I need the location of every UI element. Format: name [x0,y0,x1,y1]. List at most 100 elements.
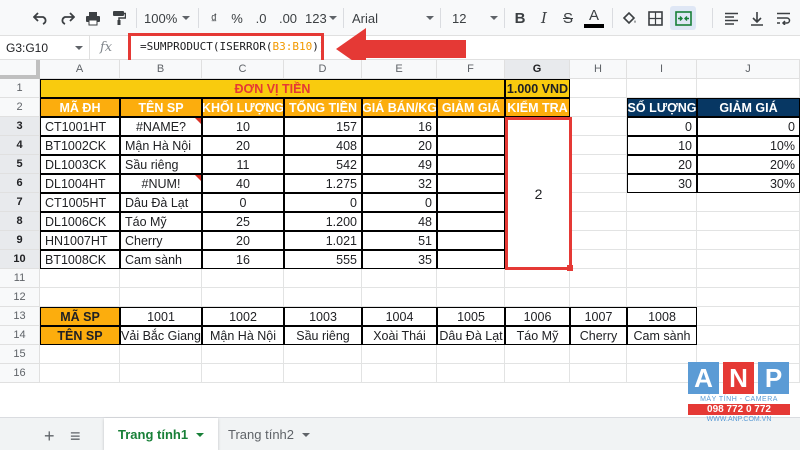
empty-cell[interactable] [570,364,627,383]
empty-cell[interactable] [627,250,697,269]
product-name-cell[interactable]: Xoài Thái [362,326,437,345]
empty-cell[interactable] [362,288,437,307]
more-formats-select[interactable]: 123 [303,6,339,30]
table-cell[interactable]: 20 [202,136,284,155]
product-code-cell[interactable]: 1008 [627,307,697,326]
table-cell[interactable]: BT1008CK [40,250,120,269]
tab-trang-tinh-1[interactable]: Trang tính1 [104,418,219,450]
table-cell[interactable]: #NUM! [120,174,202,193]
row-header-4[interactable]: 4 [0,136,40,155]
table-cell[interactable]: 49 [362,155,437,174]
currency-unit-label[interactable]: ĐƠN VỊ TIỀN [40,79,505,98]
table-cell[interactable]: DL1004HT [40,174,120,193]
product-code-cell[interactable]: 1005 [437,307,505,326]
empty-cell[interactable] [120,288,202,307]
table-cell[interactable]: 1.275 [284,174,362,193]
discount-cell[interactable]: 30 [627,174,697,193]
row-header-15[interactable]: 15 [0,345,40,364]
empty-cell[interactable] [202,345,284,364]
empty-cell[interactable] [697,307,800,326]
empty-cell[interactable] [570,269,627,288]
table-cell[interactable]: 32 [362,174,437,193]
empty-cell[interactable] [120,345,202,364]
table-cell[interactable]: 0 [202,193,284,212]
row-header-5[interactable]: 5 [0,155,40,174]
fill-handle[interactable] [567,265,573,271]
empty-cell[interactable] [570,117,627,136]
table-cell[interactable] [437,193,505,212]
table-cell[interactable] [437,231,505,250]
column-header-d[interactable]: D [284,60,362,79]
discount-cell[interactable]: 0 [697,117,800,136]
chevron-down-icon[interactable] [302,432,311,437]
empty-cell[interactable] [505,345,570,364]
table-cell[interactable]: 16 [362,117,437,136]
discount-cell[interactable]: 20 [627,155,697,174]
empty-cell[interactable] [120,269,202,288]
product-code-cell[interactable]: 1002 [202,307,284,326]
row-header-7[interactable]: 7 [0,193,40,212]
empty-cell[interactable] [627,231,697,250]
table-cell[interactable]: Táo Mỹ [120,212,202,231]
product-name-cell[interactable]: Vải Bắc Giang [120,326,202,345]
empty-cell[interactable] [627,288,697,307]
product-code-cell[interactable]: 1006 [505,307,570,326]
empty-cell[interactable] [697,250,800,269]
table-cell[interactable]: 16 [202,250,284,269]
empty-cell[interactable] [362,269,437,288]
empty-cell[interactable] [570,212,627,231]
row-header-3[interactable]: 3 [0,117,40,136]
empty-cell[interactable] [437,345,505,364]
add-sheet-button[interactable]: + [44,426,55,447]
name-box[interactable]: G3:G10 [0,36,90,60]
empty-cell[interactable] [284,288,362,307]
table-cell[interactable]: 40 [202,174,284,193]
product-code-cell[interactable]: 1003 [284,307,362,326]
row-header-16[interactable]: 16 [0,364,40,383]
table-cell[interactable]: Sầu riêng [120,155,202,174]
empty-cell[interactable] [40,364,120,383]
table-cell[interactable]: 555 [284,250,362,269]
table-header[interactable]: GIẢM GIÁ [437,98,505,117]
empty-cell[interactable] [570,193,627,212]
text-color-button[interactable]: A [584,6,604,28]
table-cell[interactable]: DL1003CK [40,155,120,174]
percent-button[interactable]: % [228,6,246,30]
column-header-i[interactable]: I [627,60,697,79]
column-header-h[interactable]: H [570,60,627,79]
discount-cell[interactable]: 10% [697,136,800,155]
empty-cell[interactable] [697,79,800,98]
column-header-c[interactable]: C [202,60,284,79]
table-cell[interactable]: 20 [362,136,437,155]
table-cell[interactable]: 51 [362,231,437,250]
empty-cell[interactable] [697,288,800,307]
select-all-corner[interactable] [0,60,40,79]
table-cell[interactable]: #NAME? [120,117,202,136]
table-cell[interactable] [437,155,505,174]
empty-cell[interactable] [505,269,570,288]
horizontal-align-icon[interactable] [720,6,742,30]
empty-cell[interactable] [437,288,505,307]
empty-cell[interactable] [627,345,697,364]
table-cell[interactable]: 10 [202,117,284,136]
empty-cell[interactable] [202,269,284,288]
print-icon[interactable] [82,6,104,30]
empty-cell[interactable] [40,345,120,364]
empty-cell[interactable] [570,231,627,250]
table-cell[interactable]: 35 [362,250,437,269]
table-cell[interactable] [437,117,505,136]
table-cell[interactable]: 1.021 [284,231,362,250]
row-header-10[interactable]: 10 [0,250,40,269]
selected-range-g3-g10[interactable]: 2 [505,117,573,271]
product-code-cell[interactable]: 1004 [362,307,437,326]
zoom-select[interactable]: 100% [142,6,192,30]
table-cell[interactable]: DL1006CK [40,212,120,231]
table-cell[interactable]: BT1002CK [40,136,120,155]
column-header-e[interactable]: E [362,60,437,79]
product-name-cell[interactable]: Dâu Đà Lạt [437,326,505,345]
empty-cell[interactable] [284,345,362,364]
table-cell[interactable] [437,212,505,231]
empty-cell[interactable] [570,98,627,117]
column-header-b[interactable]: B [120,60,202,79]
table-header[interactable]: MÃ ĐH [40,98,120,117]
